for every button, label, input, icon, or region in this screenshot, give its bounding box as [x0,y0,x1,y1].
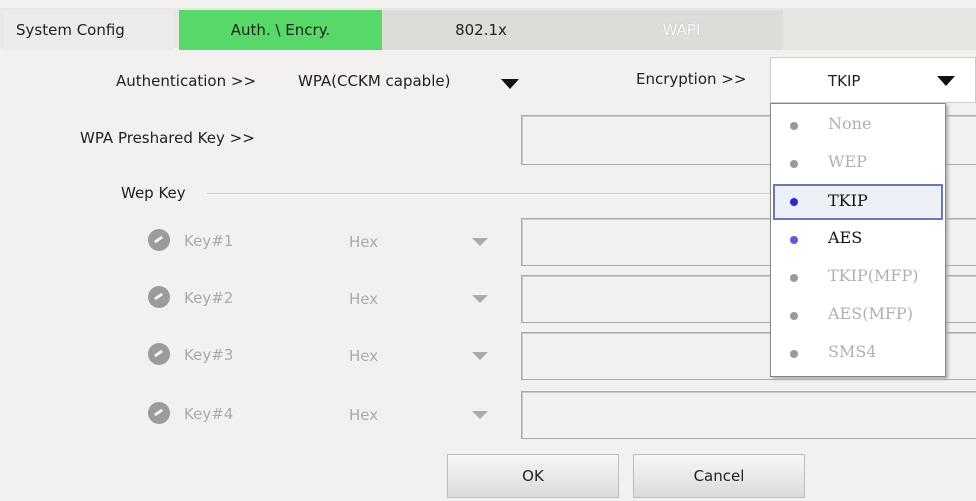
authentication-chevron-down-icon[interactable] [501,79,519,89]
option-label: TKIP [828,191,868,210]
bullet-icon [790,122,798,130]
option-label: AES(MFP) [828,304,913,323]
cancel-button[interactable]: Cancel [633,454,805,498]
option-label: None [828,114,872,133]
bullet-icon [790,236,798,244]
encryption-option-wep[interactable]: WEP [773,146,943,180]
tab-auth-encry[interactable]: Auth. \ Encry. [179,10,382,50]
key3-chevron-down-icon[interactable] [472,352,488,360]
bullet-icon [790,350,798,358]
encryption-option-tkip[interactable]: TKIP [773,184,943,220]
authentication-label: Authentication >> [116,72,257,90]
option-label: WEP [828,152,867,171]
encryption-option-none[interactable]: None [773,108,943,142]
tab-system-config[interactable]: System Config [4,10,174,50]
bullet-icon [790,274,798,282]
wep-group-divider [207,193,770,195]
bullet-icon [790,312,798,320]
key4-chevron-down-icon[interactable] [472,411,488,419]
ok-button[interactable]: OK [447,454,619,498]
key3-label: Key#3 [184,346,234,364]
option-label: TKIP(MFP) [828,266,919,285]
key4-label: Key#4 [184,405,234,423]
encryption-option-aes[interactable]: AES [773,222,943,256]
authentication-select[interactable]: WPA(CCKM capable) [298,72,450,90]
key1-format-select[interactable]: Hex [349,233,378,251]
key2-chevron-down-icon[interactable] [472,295,488,303]
tab-bar-filler [783,10,976,50]
key1-chevron-down-icon[interactable] [472,238,488,246]
encryption-option-sms4[interactable]: SMS4 [773,336,943,370]
encryption-option-aes-mfp[interactable]: AES(MFP) [773,298,943,332]
key2-label: Key#2 [184,289,234,307]
option-label: AES [828,228,863,247]
key1-radio[interactable] [148,229,170,251]
wep-key-group-label: Wep Key [121,184,186,202]
encryption-dropdown-list: None WEP TKIP AES TKIP(MFP) AES(MFP) SMS… [770,103,946,377]
key4-input[interactable] [521,391,976,439]
option-label: SMS4 [828,342,877,361]
key4-format-select[interactable]: Hex [349,406,378,424]
key2-radio[interactable] [148,286,170,308]
encryption-label: Encryption >> [636,70,747,88]
tab-wapi[interactable]: WAPI [580,10,783,50]
encryption-select-value: TKIP [828,72,861,90]
bullet-icon [790,160,798,168]
key3-radio[interactable] [148,343,170,365]
key4-radio[interactable] [148,402,170,424]
wpa-psk-label: WPA Preshared Key >> [80,129,255,147]
tab-802-1x[interactable]: 802.1x [382,10,580,50]
encryption-option-tkip-mfp[interactable]: TKIP(MFP) [773,260,943,294]
key3-format-select[interactable]: Hex [349,347,378,365]
key2-format-select[interactable]: Hex [349,290,378,308]
encryption-chevron-down-icon[interactable] [937,76,955,86]
bullet-icon [790,198,798,206]
key1-label: Key#1 [184,232,234,250]
